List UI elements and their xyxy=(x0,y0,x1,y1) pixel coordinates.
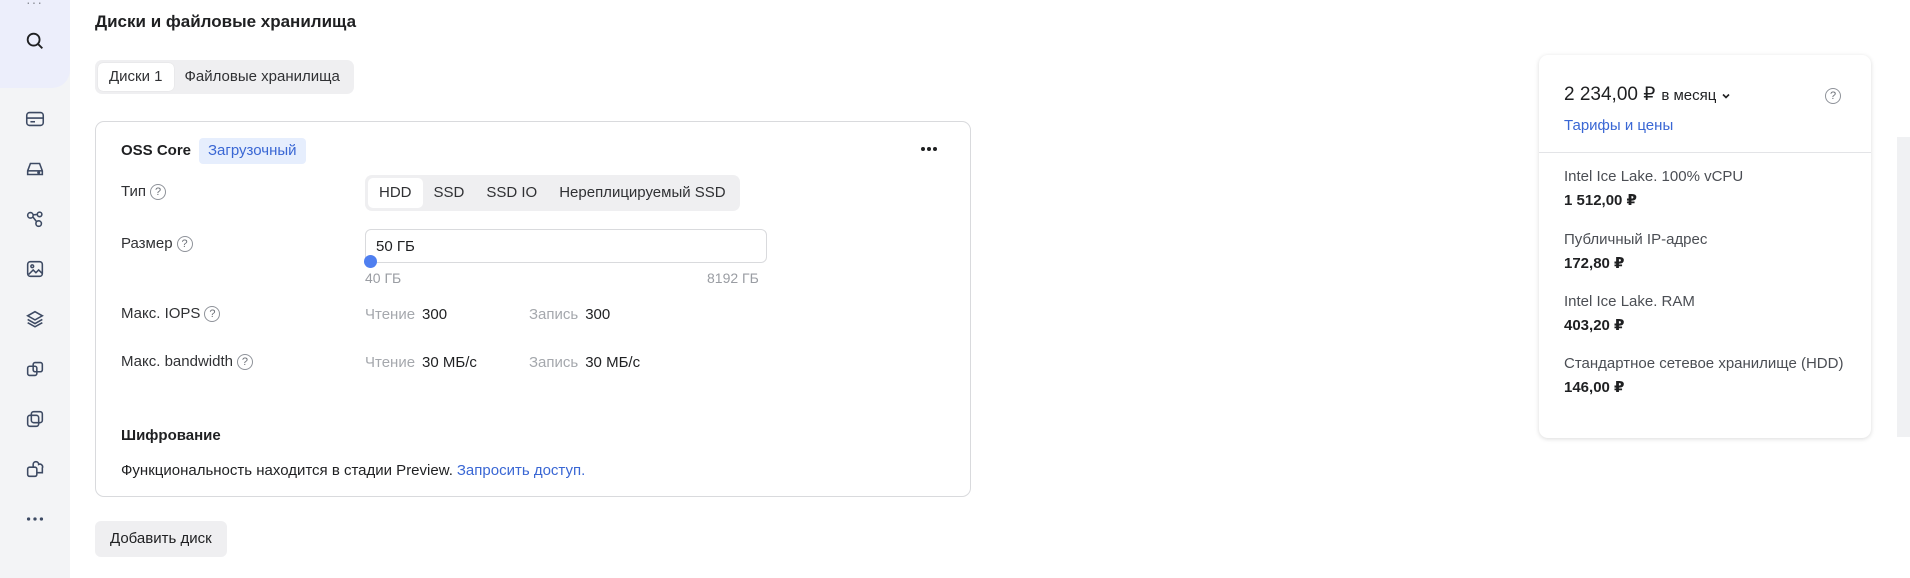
layers-icon[interactable] xyxy=(23,307,47,331)
price-item-vcpu: Intel Ice Lake. 100% vCPU 1 512,00 ₽ xyxy=(1564,166,1854,209)
image-icon[interactable] xyxy=(23,257,47,281)
sidebar-search-area: ··· xyxy=(0,0,70,88)
more-dots-icon[interactable]: ··· xyxy=(26,0,43,10)
network-icon[interactable] xyxy=(23,207,47,231)
price-total: 2 234,00 ₽ xyxy=(1564,84,1656,105)
iops-write-value: 300 xyxy=(585,306,611,323)
disk-card: OSS Core Загрузочный Тип ? HDD SSD SSD I… xyxy=(95,121,971,497)
size-label-row: Размер ? xyxy=(121,235,193,252)
bandwidth-write-label: Запись xyxy=(529,354,579,371)
storage-tabs: Диски 1 Файловые хранилища xyxy=(95,60,354,94)
iops-label-row: Макс. IOPS ? xyxy=(121,305,221,322)
price-item-value: 403,20 ₽ xyxy=(1564,317,1625,334)
tariffs-link[interactable]: Тарифы и цены xyxy=(1564,117,1673,134)
iops-read-label: Чтение xyxy=(365,306,416,323)
more-horizontal-icon xyxy=(921,147,937,151)
encryption-title: Шифрование xyxy=(121,427,221,444)
size-help-icon[interactable]: ? xyxy=(176,235,193,252)
disk-storage-icon[interactable] xyxy=(23,157,47,181)
encryption-text: Функциональность находится в стадии Prev… xyxy=(121,462,453,479)
size-input[interactable] xyxy=(365,229,767,263)
disk-type-hdd[interactable]: HDD xyxy=(368,178,423,208)
price-item-name: Публичный IP-адрес xyxy=(1564,231,1708,248)
iops-read-value: 300 xyxy=(422,306,448,323)
size-slider-handle[interactable] xyxy=(364,255,377,268)
disk-more-button[interactable] xyxy=(916,136,942,162)
price-item-ram: Intel Ice Lake. RAM 403,20 ₽ xyxy=(1564,291,1854,334)
price-divider xyxy=(1539,152,1871,153)
disk-type-nonreplicated-ssd[interactable]: Нереплицируемый SSD xyxy=(548,178,736,208)
iops-label: Макс. IOPS xyxy=(121,305,201,322)
instance-groups-icon[interactable] xyxy=(23,357,47,381)
price-item-name: Intel Ice Lake. 100% vCPU xyxy=(1564,168,1744,185)
disk-name: OSS Core xyxy=(121,142,192,159)
size-slider-min: 40 ГБ xyxy=(365,270,402,286)
bandwidth-help-icon[interactable]: ? xyxy=(236,353,253,370)
price-item-public-ip: Публичный IP-адрес 172,80 ₽ xyxy=(1564,229,1854,272)
bandwidth-read-value: 30 МБ/с xyxy=(422,354,477,371)
price-item-hdd-storage: Стандартное сетевое хранилище (HDD) 146,… xyxy=(1564,353,1854,396)
more-services-icon[interactable] xyxy=(23,507,47,531)
price-item-value: 1 512,00 ₽ xyxy=(1564,192,1637,209)
size-slider-max: 8192 ГБ xyxy=(707,270,759,286)
boot-badge: Загрузочный xyxy=(199,138,306,164)
price-panel: 2 234,00 ₽ в месяц ? Тарифы и цены Intel… xyxy=(1539,55,1871,438)
tab-file-storages[interactable]: Файловые хранилища xyxy=(174,63,351,91)
price-item-name: Intel Ice Lake. RAM xyxy=(1564,293,1695,310)
price-period-label: в месяц xyxy=(1661,87,1717,104)
disk-type-selector: HDD SSD SSD IO Нереплицируемый SSD xyxy=(365,175,740,211)
scrollbar[interactable] xyxy=(1897,137,1910,437)
disk-type-ssd[interactable]: SSD xyxy=(423,178,476,208)
chevron-down-icon xyxy=(1722,93,1730,99)
bandwidth-write: Запись 30 МБ/с xyxy=(529,354,640,371)
request-access-link[interactable]: Запросить доступ. xyxy=(457,462,585,479)
bandwidth-label-row: Макс. bandwidth ? xyxy=(121,353,253,370)
bandwidth-read: Чтение 30 МБ/с xyxy=(365,354,477,371)
price-item-value: 146,00 ₽ xyxy=(1564,379,1625,396)
size-label: Размер xyxy=(121,235,173,252)
type-label: Тип xyxy=(121,183,147,200)
disk-type-ssd-io[interactable]: SSD IO xyxy=(475,178,548,208)
search-icon[interactable] xyxy=(23,29,47,53)
tab-disks[interactable]: Диски 1 xyxy=(98,63,174,91)
price-help-icon[interactable]: ? xyxy=(1825,88,1841,104)
page-title: Диски и файловые хранилища xyxy=(95,12,357,31)
cloud-apps-icon[interactable] xyxy=(23,457,47,481)
bandwidth-read-label: Чтение xyxy=(365,354,416,371)
iops-help-icon[interactable]: ? xyxy=(204,305,221,322)
price-period-dropdown[interactable]: в месяц xyxy=(1661,87,1732,104)
encryption-text-row: Функциональность находится в стадии Prev… xyxy=(121,462,585,479)
iops-write: Запись 300 xyxy=(529,306,610,323)
size-slider-track[interactable] xyxy=(369,261,765,263)
compute-cloud-icon[interactable] xyxy=(23,107,47,131)
price-item-value: 172,80 ₽ xyxy=(1564,255,1625,272)
price-total-row: 2 234,00 ₽ в месяц xyxy=(1564,83,1732,106)
iops-read: Чтение 300 xyxy=(365,306,447,323)
bandwidth-label: Макс. bandwidth xyxy=(121,353,233,370)
type-label-row: Тип ? xyxy=(121,183,167,200)
add-disk-button[interactable]: Добавить диск xyxy=(95,521,227,557)
type-help-icon[interactable]: ? xyxy=(150,183,167,200)
sidebar: ··· xyxy=(0,0,70,578)
iops-write-label: Запись xyxy=(529,306,579,323)
bandwidth-write-value: 30 МБ/с xyxy=(585,354,641,371)
copy-icon[interactable] xyxy=(23,407,47,431)
price-item-name: Стандартное сетевое хранилище (HDD) xyxy=(1564,355,1844,372)
